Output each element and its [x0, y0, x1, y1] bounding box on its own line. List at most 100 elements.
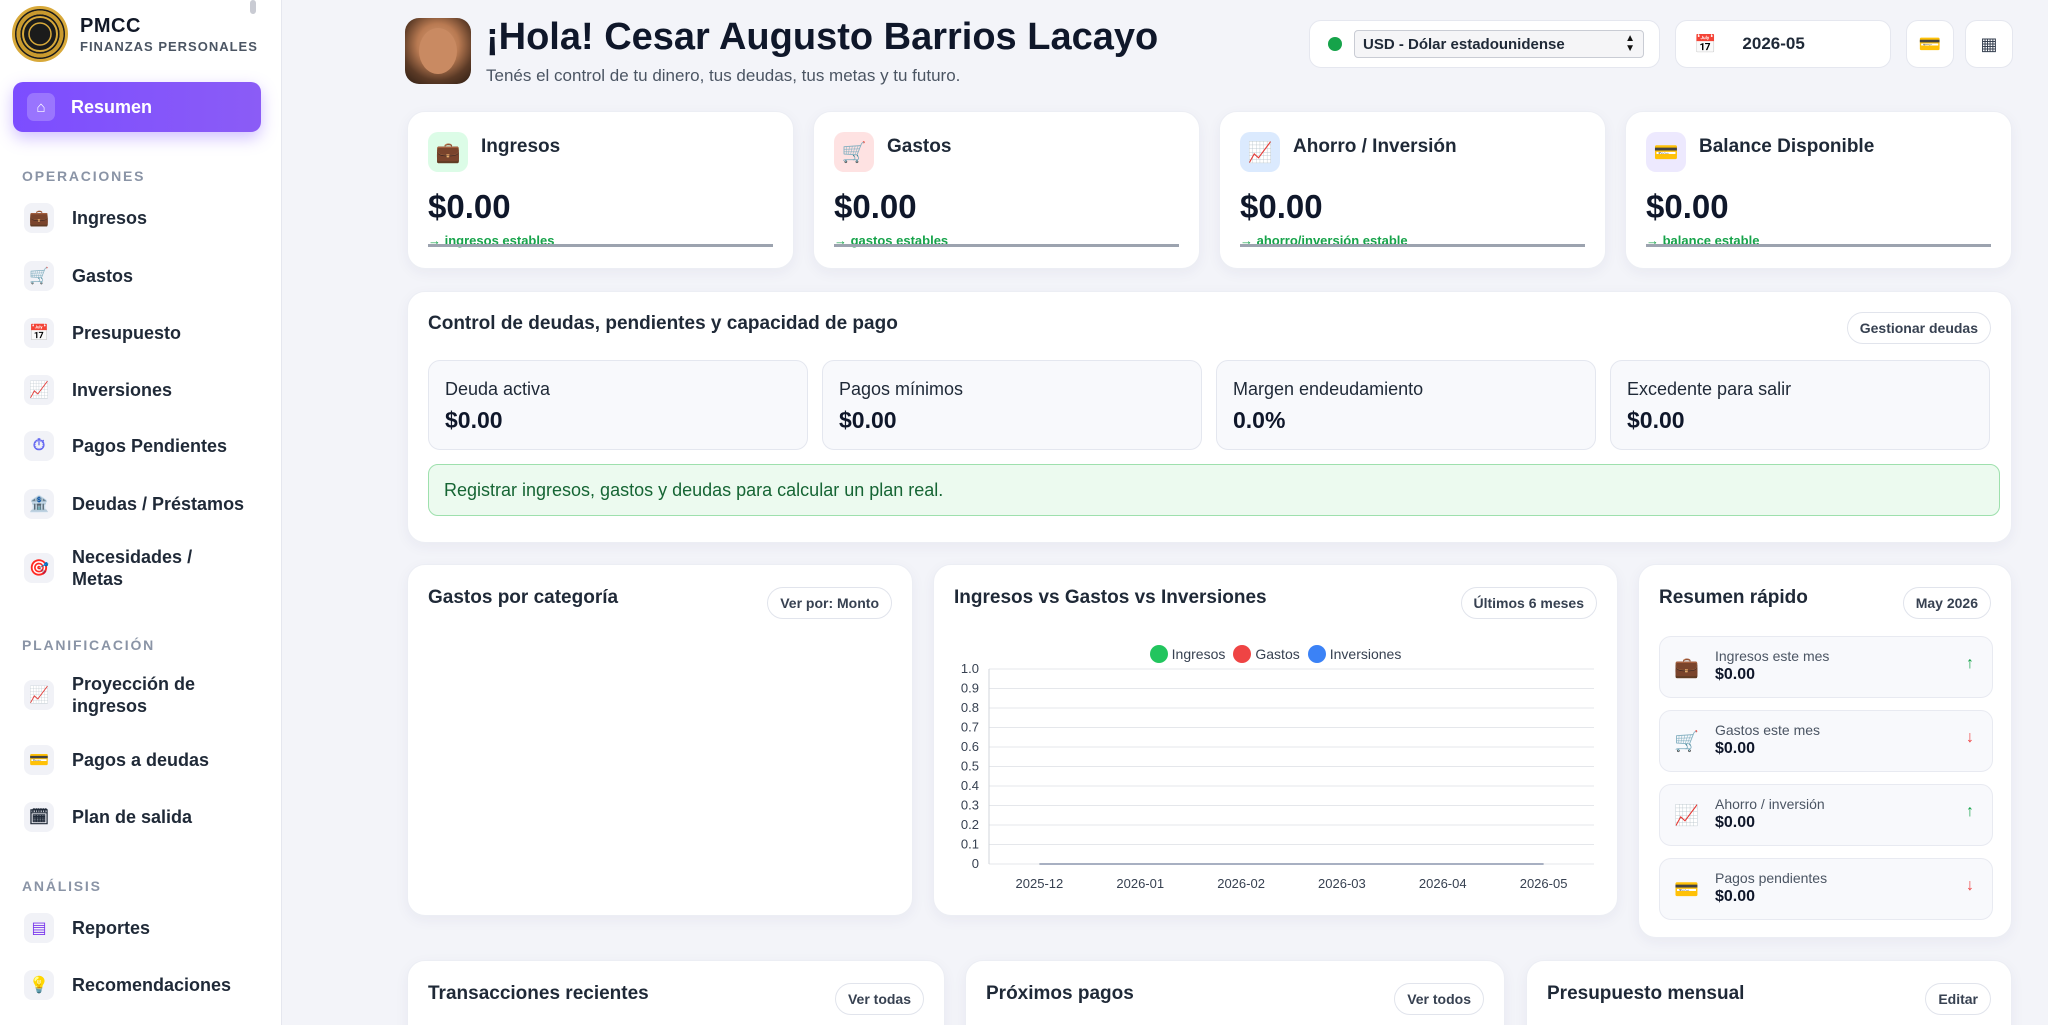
upcoming-payments-card: Próximos pagos Ver todos [965, 960, 1505, 1025]
debt-metric-box: Pagos mínimos $0.00 [822, 360, 1202, 450]
edit-budget-button[interactable]: Editar [1925, 983, 1991, 1015]
sidebar-item-recomendaciones[interactable]: 💡 Recomendaciones [24, 970, 264, 1000]
chart-up-icon: 📈 [24, 680, 54, 710]
briefcase-icon: 💼 [428, 132, 468, 172]
sidebar-item-presupuesto[interactable]: 📅 Presupuesto [24, 318, 264, 348]
view-by-button[interactable]: Ver por: Monto [767, 587, 892, 619]
brand-logo [12, 6, 68, 62]
stat-value: $0.00 [1240, 188, 1323, 225]
card-title: Control de deudas, pendientes y capacida… [428, 313, 898, 334]
briefcase-icon: 💼 [24, 203, 54, 233]
y-tick-label: 0.7 [961, 720, 979, 735]
home-icon: ⌂ [27, 93, 55, 121]
stopwatch-icon: ⏱ [24, 431, 54, 461]
section-label-planificacion: PLANIFICACIÓN [22, 637, 156, 653]
card-title: Próximos pagos [986, 983, 1134, 1004]
sidebar-item-ingresos[interactable]: 💼 Ingresos [24, 203, 264, 233]
sidebar-item-label: Proyección de ingresos [72, 674, 196, 716]
card-title: Presupuesto mensual [1547, 983, 1745, 1004]
x-tick-label: 2026-01 [1116, 876, 1164, 891]
stat-card-balance[interactable]: 💳 Balance Disponible $0.00 → balance est… [1625, 111, 2012, 269]
view-all-payments-button[interactable]: Ver todos [1394, 983, 1484, 1015]
brand-subtitle: FINANZAS PERSONALES [80, 38, 258, 54]
metric-value: $0.00 [1627, 407, 1685, 433]
sidebar-item-pagos-deudas[interactable]: 💳 Pagos a deudas [24, 745, 264, 775]
chart-up-icon: 📈 [24, 375, 54, 405]
quick-summary-card: Resumen rápido May 2026 💼 Ingresos este … [1638, 564, 2012, 938]
metric-label: Deuda activa [445, 379, 551, 399]
brand-name: PMCC [80, 14, 141, 37]
period-button[interactable]: May 2026 [1902, 587, 1991, 619]
summary-label: Ingresos este mes [1715, 648, 1830, 664]
manage-debts-button[interactable]: Gestionar deudas [1846, 312, 1991, 344]
sidebar: PMCC FINANZAS PERSONALES ⌂ Resumen OPERA… [0, 0, 282, 1025]
sidebar-item-proyeccion[interactable]: 📈 Proyección de ingresos [24, 673, 224, 717]
arrow-down-icon: ↓ [1966, 729, 1974, 746]
summary-item[interactable]: 💼 Ingresos este mes $0.00 ↑ [1659, 636, 1993, 698]
debt-metric-box: Deuda activa $0.00 [428, 360, 808, 450]
bank-icon: 🏦 [24, 489, 54, 519]
metric-label: Pagos mínimos [839, 379, 964, 399]
sidebar-item-resumen[interactable]: ⌂ Resumen [13, 82, 261, 132]
page-title: ¡Hola! Cesar Augusto Barrios Lacayo [486, 16, 1159, 58]
sidebar-item-plan-salida[interactable]: 🗓 Plan de salida [24, 802, 264, 832]
grid-view-button[interactable]: ▦ [1965, 20, 2013, 68]
brand[interactable]: PMCC FINANZAS PERSONALES [12, 6, 258, 62]
sidebar-item-reportes[interactable]: ▤ Reportes [24, 913, 264, 943]
stat-card-ingresos[interactable]: 💼 Ingresos $0.00 → ingresos estables [407, 111, 794, 269]
stat-underline [834, 244, 1179, 247]
sidebar-item-label: Reportes [72, 918, 151, 938]
summary-item[interactable]: 💳 Pagos pendientes $0.00 ↓ [1659, 858, 1993, 920]
stat-title: Ahorro / Inversión [1293, 136, 1457, 157]
cart-icon: 🛒 [1674, 731, 1699, 753]
sidebar-item-label: Presupuesto [72, 323, 182, 343]
sidebar-item-label: Ingresos [72, 208, 148, 228]
summary-value: $0.00 [1715, 666, 1756, 683]
sidebar-item-inversiones[interactable]: 📈 Inversiones [24, 375, 264, 405]
x-tick-label: 2026-04 [1419, 876, 1467, 891]
y-tick-label: 0.6 [961, 739, 979, 754]
sidebar-item-deudas[interactable]: 🏦 Deudas / Préstamos [24, 489, 264, 519]
recent-transactions-card: Transacciones recientes Ver todas [407, 960, 945, 1025]
avatar[interactable] [405, 18, 471, 84]
sidebar-item-label: Pagos Pendientes [72, 436, 228, 456]
status-dot-icon [1328, 37, 1342, 51]
x-tick-label: 2026-05 [1520, 876, 1568, 891]
stat-card-gastos[interactable]: 🛒 Gastos $0.00 → gastos estables [813, 111, 1200, 269]
summary-value: $0.00 [1715, 814, 1756, 831]
line-chart: 0 0.1 0.2 0.3 0.4 0.5 0.6 0.7 0.8 0.9 1.0 2025-12 20… [961, 661, 1594, 891]
logo-emblem-icon [22, 16, 58, 52]
x-tick-label: 2026-02 [1217, 876, 1265, 891]
y-tick-label: 0.3 [961, 798, 979, 813]
comparison-chart-card: Ingresos vs Gastos vs Inversiones Último… [933, 564, 1618, 916]
summary-item[interactable]: 🛒 Gastos este mes $0.00 ↓ [1659, 710, 1993, 772]
card-view-button[interactable]: 💳 [1906, 20, 1954, 68]
period-picker[interactable]: 📅 2026-05 [1675, 20, 1891, 68]
summary-label: Pagos pendientes [1715, 870, 1828, 886]
metric-label: Margen endeudamiento [1233, 379, 1424, 399]
summary-item[interactable]: 📈 Ahorro / inversión $0.00 ↑ [1659, 784, 1993, 846]
briefcase-icon: 💼 [1674, 657, 1699, 679]
sidebar-item-pagos-pendientes[interactable]: ⏱ Pagos Pendientes [24, 431, 264, 461]
calendar-icon: 📅 [24, 318, 54, 348]
stat-title: Balance Disponible [1699, 136, 1875, 157]
select-arrows-icon: ▲ ▼ [1625, 33, 1635, 54]
target-icon: 🎯 [24, 553, 54, 583]
summary-label: Ahorro / inversión [1715, 796, 1825, 812]
credit-card-icon: 💳 [1674, 879, 1699, 901]
y-tick-label: 0 [972, 856, 979, 871]
calendar-icon: 🗓 [24, 802, 54, 832]
sidebar-item-gastos[interactable]: 🛒 Gastos [24, 261, 264, 291]
metric-value: 0.0% [1233, 407, 1286, 433]
y-tick-label: 0.1 [961, 837, 979, 852]
stat-card-ahorro[interactable]: 📈 Ahorro / Inversión $0.00 → ahorro/inve… [1219, 111, 1606, 269]
summary-value: $0.00 [1715, 740, 1756, 757]
currency-select[interactable]: USD - Dólar estadounidense ▲ ▼ [1354, 30, 1644, 58]
view-all-transactions-button[interactable]: Ver todas [834, 983, 924, 1015]
sidebar-scrollbar[interactable] [250, 0, 256, 14]
sidebar-item-necesidades[interactable]: 🎯 Necesidades / Metas [24, 546, 224, 590]
currency-select-value: USD - Dólar estadounidense [1363, 35, 1565, 53]
y-tick-label: 1.0 [961, 661, 979, 676]
debt-metric-box: Margen endeudamiento 0.0% [1216, 360, 1596, 450]
x-tick-label: 2025-12 [1016, 876, 1064, 891]
